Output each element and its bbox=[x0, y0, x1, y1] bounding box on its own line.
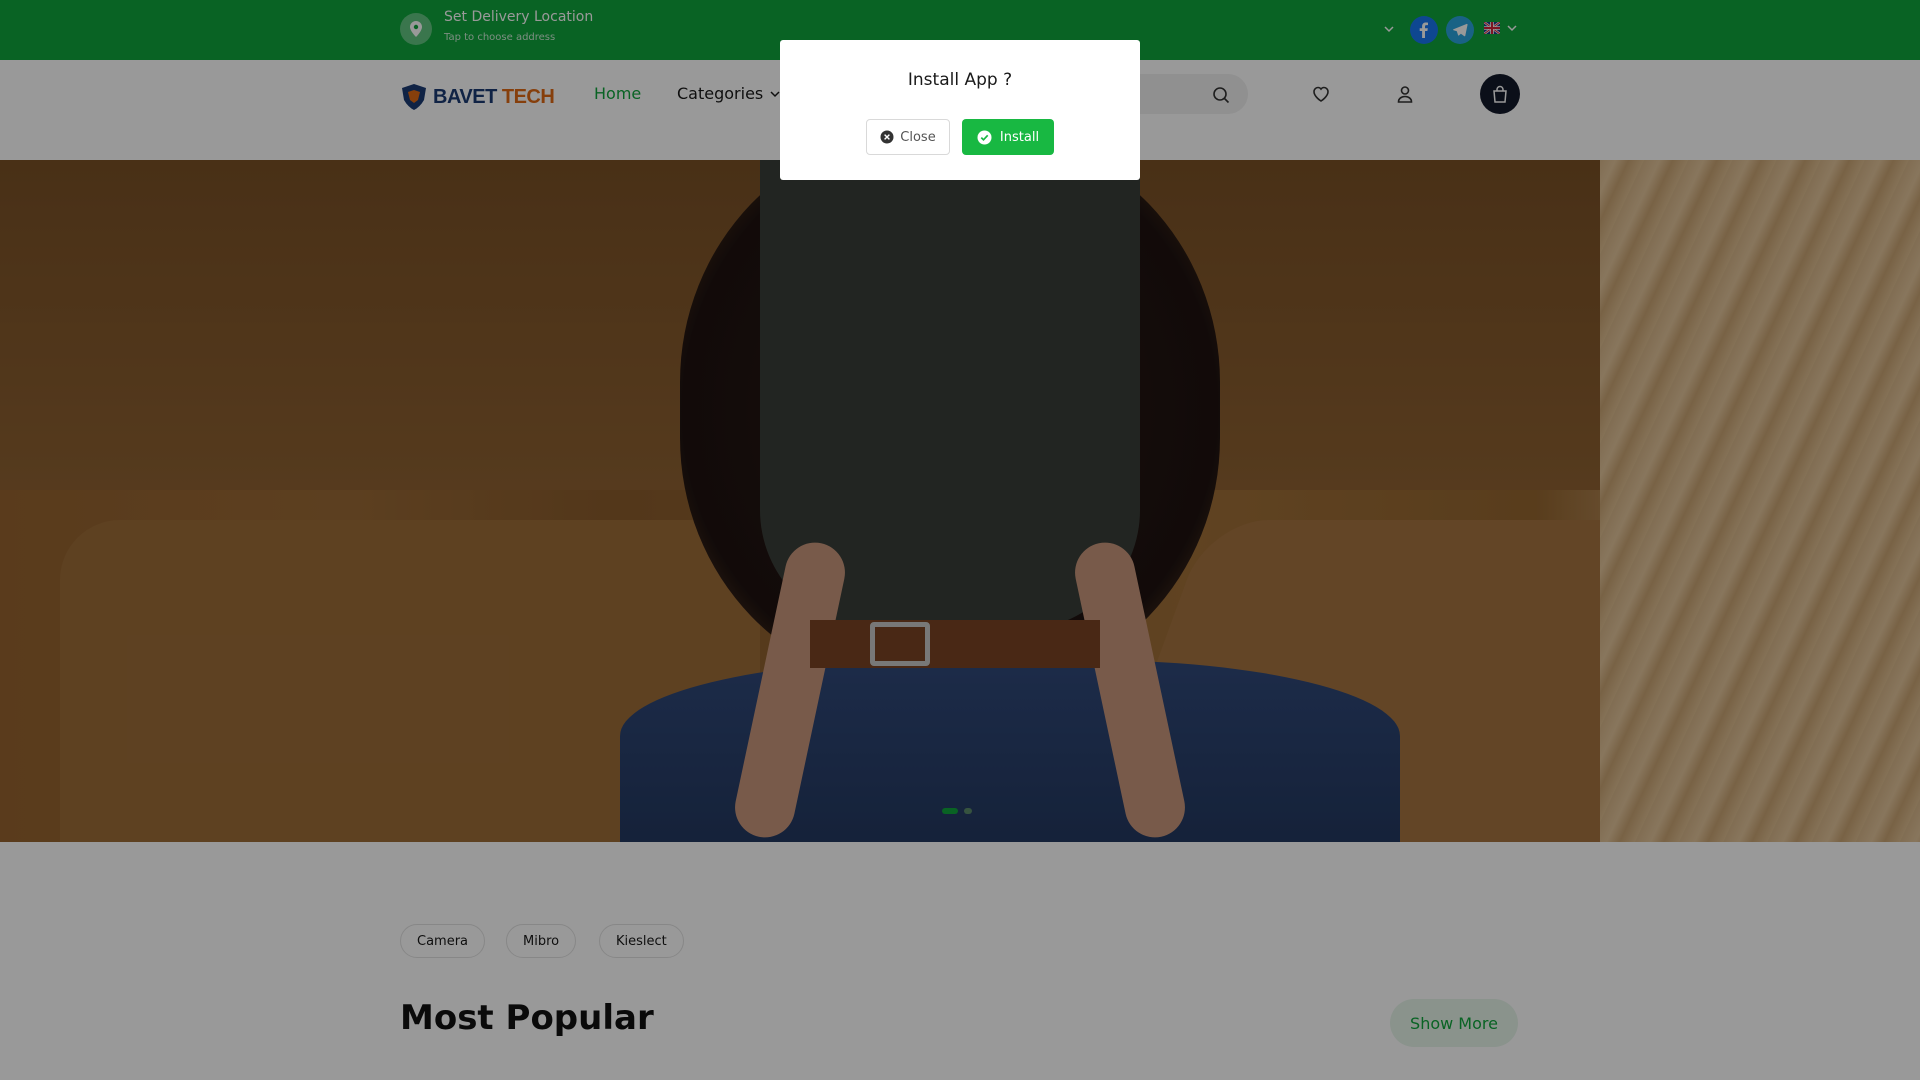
install-app-dialog: Install App ? Close Install bbox=[780, 40, 1140, 180]
check-circle-icon bbox=[977, 130, 992, 144]
close-button-label: Close bbox=[900, 129, 936, 145]
dialog-title: Install App ? bbox=[907, 70, 1013, 90]
close-button[interactable]: Close bbox=[866, 119, 950, 155]
close-circle-icon bbox=[880, 130, 894, 144]
install-button-label: Install bbox=[999, 129, 1040, 145]
install-button[interactable]: Install bbox=[962, 119, 1054, 155]
